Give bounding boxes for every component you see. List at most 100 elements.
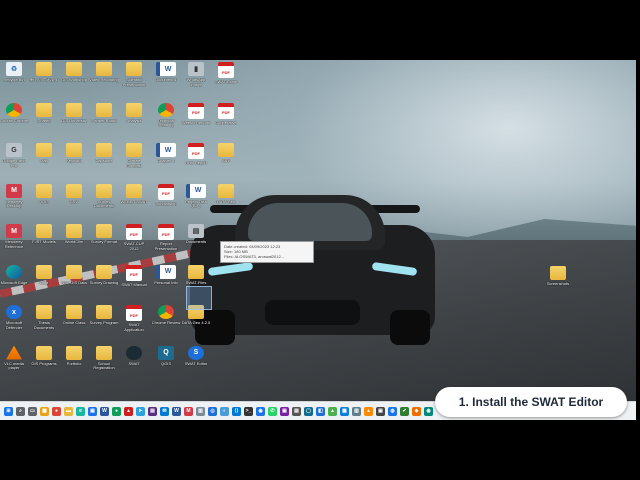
app-icon-12[interactable]: ▤ bbox=[292, 406, 301, 416]
desktop-icon[interactable]: Shared bbox=[30, 102, 58, 139]
desktop-icon[interactable]: Scientific Presentation bbox=[120, 62, 148, 98]
desktop-icon[interactable]: ♻ Recycle Bin bbox=[0, 62, 28, 98]
terminal-icon[interactable]: >_ bbox=[244, 406, 253, 416]
app-icon-5[interactable]: W bbox=[172, 406, 181, 416]
desktop-icon[interactable]: ▤ Documents bbox=[182, 224, 210, 260]
desktop-icon[interactable]: M Mendeley Reference bbox=[0, 224, 28, 260]
whatsapp-icon[interactable]: ✆ bbox=[268, 406, 277, 416]
desktop-icon[interactable]: GIS University bbox=[60, 102, 88, 139]
chrome-icon[interactable]: ● bbox=[52, 406, 61, 416]
app-icon-4[interactable]: ✉ bbox=[160, 406, 169, 416]
desktop-icon[interactable]: PDF Report Presentation bbox=[152, 224, 180, 260]
desktop-icon[interactable]: QGIS bbox=[30, 183, 58, 220]
chrome-icon-2[interactable]: ● bbox=[112, 406, 121, 416]
desktop-icon[interactable]: GIS Workshop bbox=[60, 62, 88, 98]
desktop-icon[interactable]: Keyword bbox=[60, 143, 88, 179]
file-explorer-icon[interactable]: ▬ bbox=[64, 406, 73, 416]
app-icon-7[interactable]: ▥ bbox=[196, 406, 205, 416]
vscode-icon[interactable]: ⟨⟩ bbox=[232, 406, 241, 416]
desktop-icon[interactable]: x Microsoft Defender bbox=[0, 305, 28, 341]
desktop-icon[interactable]: W Personal Info bbox=[152, 264, 180, 301]
app-icon[interactable]: W bbox=[100, 406, 109, 416]
store-icon[interactable]: ▣ bbox=[88, 406, 97, 416]
desktop[interactable]: ♻ Recycle Bin Google Chrome G Google Earth P… bbox=[0, 60, 636, 401]
desktop-icon[interactable]: M Mendeley Desktop bbox=[0, 183, 28, 220]
desktop-icon[interactable]: Survey Format bbox=[90, 224, 118, 260]
desktop-icon[interactable]: WorldClim bbox=[60, 224, 88, 260]
app-icon-21[interactable]: ◆ bbox=[412, 406, 421, 416]
folder-icon bbox=[126, 62, 142, 76]
desktop-icon[interactable]: Capstone bbox=[90, 143, 118, 179]
start-button[interactable]: ⊞ bbox=[4, 406, 13, 416]
desktop-icon[interactable]: ANY bbox=[212, 143, 240, 179]
desktop-icon[interactable]: Partner Board bbox=[90, 102, 118, 139]
search-icon[interactable]: ⌕ bbox=[16, 406, 25, 416]
desktop-icon[interactable]: Chrome Review bbox=[152, 305, 180, 341]
desktop-icon[interactable]: 新しいフォルダ bbox=[30, 62, 58, 98]
app-icon-2[interactable]: ▲ bbox=[124, 406, 133, 416]
desktop-icon[interactable]: Analysis bbox=[120, 102, 148, 139]
app-icon-19[interactable]: ◍ bbox=[388, 406, 397, 416]
desktop-icon[interactable]: W Chapter 1 bbox=[152, 143, 180, 179]
desktop-icon[interactable]: GIS Programs bbox=[30, 345, 58, 382]
app-icon-20[interactable]: ✔ bbox=[400, 406, 409, 416]
desktop-icon[interactable]: W Document 1 bbox=[152, 62, 180, 98]
app-icon-3[interactable]: ▤ bbox=[148, 406, 157, 416]
desktop-icon-label: Map bbox=[40, 159, 48, 163]
desktop-icon[interactable]: G Google Earth Pro bbox=[0, 143, 28, 179]
desktop-icon[interactable]: NST GIS Data bbox=[60, 264, 88, 301]
desktop-icon[interactable]: S SWAT Editor bbox=[182, 345, 210, 382]
app-icon-8[interactable]: ◎ bbox=[208, 406, 217, 416]
app-icon-10[interactable]: ◉ bbox=[256, 406, 265, 416]
app-icon-6[interactable]: M bbox=[184, 406, 193, 416]
app-icon-17[interactable]: ▥ bbox=[352, 406, 361, 416]
app-icon-16[interactable]: ▦ bbox=[340, 406, 349, 416]
desktop-icon[interactable]: Survey Drawing bbox=[90, 264, 118, 301]
desktop-icon[interactable]: Data bbox=[30, 264, 58, 301]
app-icon-13[interactable]: ▢ bbox=[304, 406, 313, 416]
desktop-icon[interactable]: PDF SWAT Manual bbox=[120, 264, 148, 301]
desktop-icon[interactable]: Google Chrome bbox=[0, 102, 28, 139]
app-icon-11[interactable]: ▣ bbox=[280, 406, 289, 416]
task-view-icon[interactable]: ▭ bbox=[28, 406, 37, 416]
desktop-icon[interactable]: PDF SWAT Application bbox=[120, 305, 148, 341]
desktop-icon[interactable]: Survey Documents bbox=[90, 183, 118, 220]
desktop-icon[interactable]: PDF Weekly Reports bbox=[182, 102, 210, 139]
desktop-icon[interactable]: PDF Scholarship bbox=[152, 183, 180, 220]
desktop-icon[interactable]: W Project Task (BIF) bbox=[182, 183, 210, 220]
desktop-icon[interactable]: Q QGIS bbox=[152, 345, 180, 382]
app-icon-22[interactable]: ◉ bbox=[424, 406, 433, 416]
desktop-icon[interactable]: School Registration bbox=[90, 345, 118, 382]
app-icon-15[interactable]: ▲ bbox=[328, 406, 337, 416]
desktop-icon[interactable]: Map bbox=[30, 143, 58, 179]
folder-icon bbox=[550, 266, 566, 280]
desktop-icon[interactable]: VLC media player bbox=[0, 345, 28, 382]
desktop-icon[interactable]: Technical Reading bbox=[152, 102, 180, 139]
desktop-icon[interactable]: Video Recording bbox=[89, 62, 119, 98]
app-icon-9[interactable]: ◐ bbox=[220, 406, 229, 416]
desktop-icon[interactable]: Thesis Documents bbox=[30, 305, 58, 341]
app-icon-14[interactable]: ◧ bbox=[316, 406, 325, 416]
desktop-icon[interactable]: PDF Final Report bbox=[182, 143, 210, 179]
desktop-icon[interactable]: DATA Geo 4.2.0 bbox=[182, 305, 210, 341]
desktop-icon[interactable]: Survey Program bbox=[90, 305, 118, 341]
desktop-icon[interactable]: WEBER SWAT bbox=[120, 183, 148, 220]
vlc-icon[interactable]: ▲ bbox=[364, 406, 373, 416]
desktop-icon[interactable]: Screenshots bbox=[544, 266, 572, 302]
desktop-icon[interactable]: Online Class bbox=[60, 305, 88, 341]
desktop-icon[interactable]: PDF SWAT-CUP 2012 bbox=[120, 224, 148, 260]
desktop-icon[interactable]: SWAT bbox=[120, 345, 148, 382]
telegram-icon[interactable]: ➤ bbox=[136, 406, 145, 416]
widgets-icon[interactable]: ▦ bbox=[40, 406, 49, 416]
desktop-icon[interactable]: Portfolio bbox=[60, 345, 88, 382]
desktop-icon[interactable]: Climate Forecast bbox=[120, 143, 148, 179]
desktop-icon[interactable]: Microsoft Edge bbox=[0, 264, 28, 301]
desktop-icon[interactable]: FJRT Models bbox=[30, 224, 58, 260]
app-icon-18[interactable]: ▣ bbox=[376, 406, 385, 416]
desktop-icon[interactable]: CSV bbox=[60, 183, 88, 220]
edge-icon[interactable]: e bbox=[76, 406, 85, 416]
desktop-icon[interactable]: PDF Cooperative bbox=[212, 102, 240, 139]
desktop-icon[interactable]: DATA Geo bbox=[212, 183, 240, 220]
desktop-icon[interactable]: PDF SWAT Exam bbox=[212, 62, 240, 98]
desktop-icon[interactable]: ▮ WhatsApp Image bbox=[182, 62, 210, 98]
